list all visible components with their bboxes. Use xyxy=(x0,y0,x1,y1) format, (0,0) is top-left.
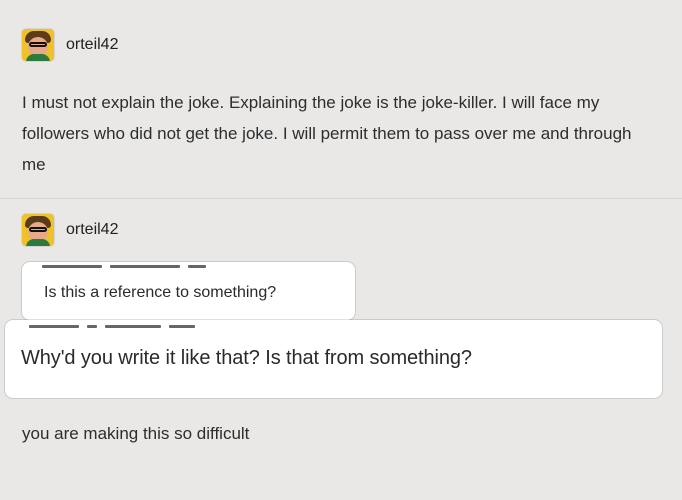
avatar-icon[interactable] xyxy=(22,29,54,61)
ask-text-1: Is this a reference to something? xyxy=(44,284,277,301)
post-body-1: I must not explain the joke. Explaining … xyxy=(22,93,632,174)
ask-text-2: Why'd you write it like that? Is that fr… xyxy=(21,347,472,369)
ask-meta-1 xyxy=(42,262,206,270)
avatar-icon[interactable] xyxy=(22,214,54,246)
username-2[interactable]: orteil42 xyxy=(66,221,118,239)
post-header-1: orteil42 xyxy=(22,29,118,61)
reply-text: you are making this so difficult xyxy=(22,424,250,443)
ask-meta-2 xyxy=(29,322,195,330)
ask-card-1: Is this a reference to something? xyxy=(22,262,355,320)
post-divider xyxy=(0,198,682,199)
username-1[interactable]: orteil42 xyxy=(66,36,118,54)
post-header-2: orteil42 xyxy=(22,214,118,246)
ask-card-2: Why'd you write it like that? Is that fr… xyxy=(5,320,662,398)
